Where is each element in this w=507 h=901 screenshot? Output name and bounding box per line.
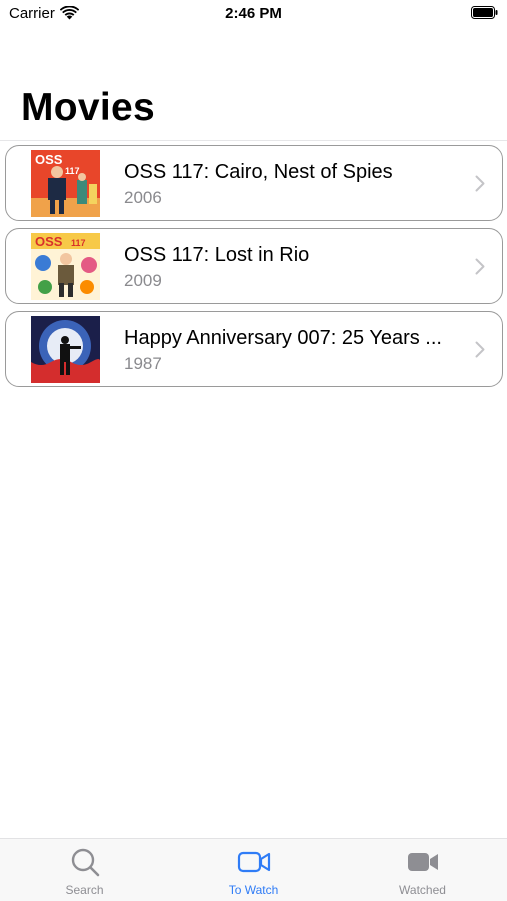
movie-row[interactable]: Happy Anniversary 007: 25 Years ... 1987 bbox=[5, 311, 503, 387]
movie-row[interactable]: OSS 117 OSS 117: Cairo, Nest of Spies 20… bbox=[5, 145, 503, 221]
svg-text:OSS: OSS bbox=[35, 152, 63, 167]
tab-search[interactable]: Search bbox=[0, 839, 169, 901]
tab-to-watch[interactable]: To Watch bbox=[169, 839, 338, 901]
tab-bar: Search To Watch Watched bbox=[0, 838, 507, 901]
007-anniversary-poster bbox=[31, 316, 100, 383]
video-filled-icon bbox=[407, 853, 438, 871]
movie-row[interactable]: OSS 117 OSS 117: Lost in Rio 2009 bbox=[5, 228, 503, 304]
oss117-cairo-poster: OSS 117 bbox=[31, 150, 100, 217]
svg-text:OSS: OSS bbox=[35, 234, 63, 249]
movie-list: OSS 117 OSS 117: Cairo, Nest of Spies 20… bbox=[5, 145, 503, 394]
movie-title: Happy Anniversary 007: 25 Years ... bbox=[124, 327, 442, 349]
header-divider bbox=[0, 140, 507, 141]
video-outline-icon bbox=[237, 851, 270, 873]
status-bar: Carrier 2:46 PM bbox=[0, 0, 507, 30]
tab-label: Watched bbox=[399, 883, 446, 897]
movie-year: 2009 bbox=[124, 271, 162, 290]
movie-title: OSS 117: Cairo, Nest of Spies bbox=[124, 161, 393, 183]
chevron-right-icon bbox=[475, 258, 485, 275]
svg-text:117: 117 bbox=[65, 166, 80, 176]
page-title: Movies bbox=[21, 86, 156, 129]
oss117-rio-poster: OSS 117 bbox=[31, 233, 100, 300]
movie-year: 1987 bbox=[124, 354, 162, 373]
tab-label: To Watch bbox=[228, 883, 279, 897]
chevron-right-icon bbox=[475, 341, 485, 358]
tab-watched[interactable]: Watched bbox=[338, 839, 507, 901]
battery-icon bbox=[471, 6, 498, 19]
movie-year: 2006 bbox=[124, 188, 162, 207]
movie-title: OSS 117: Lost in Rio bbox=[124, 244, 310, 266]
chevron-right-icon bbox=[475, 175, 485, 192]
tab-label: Search bbox=[65, 883, 104, 897]
svg-text:117: 117 bbox=[71, 238, 86, 248]
status-time: 2:46 PM bbox=[225, 5, 282, 22]
search-icon bbox=[71, 848, 99, 877]
